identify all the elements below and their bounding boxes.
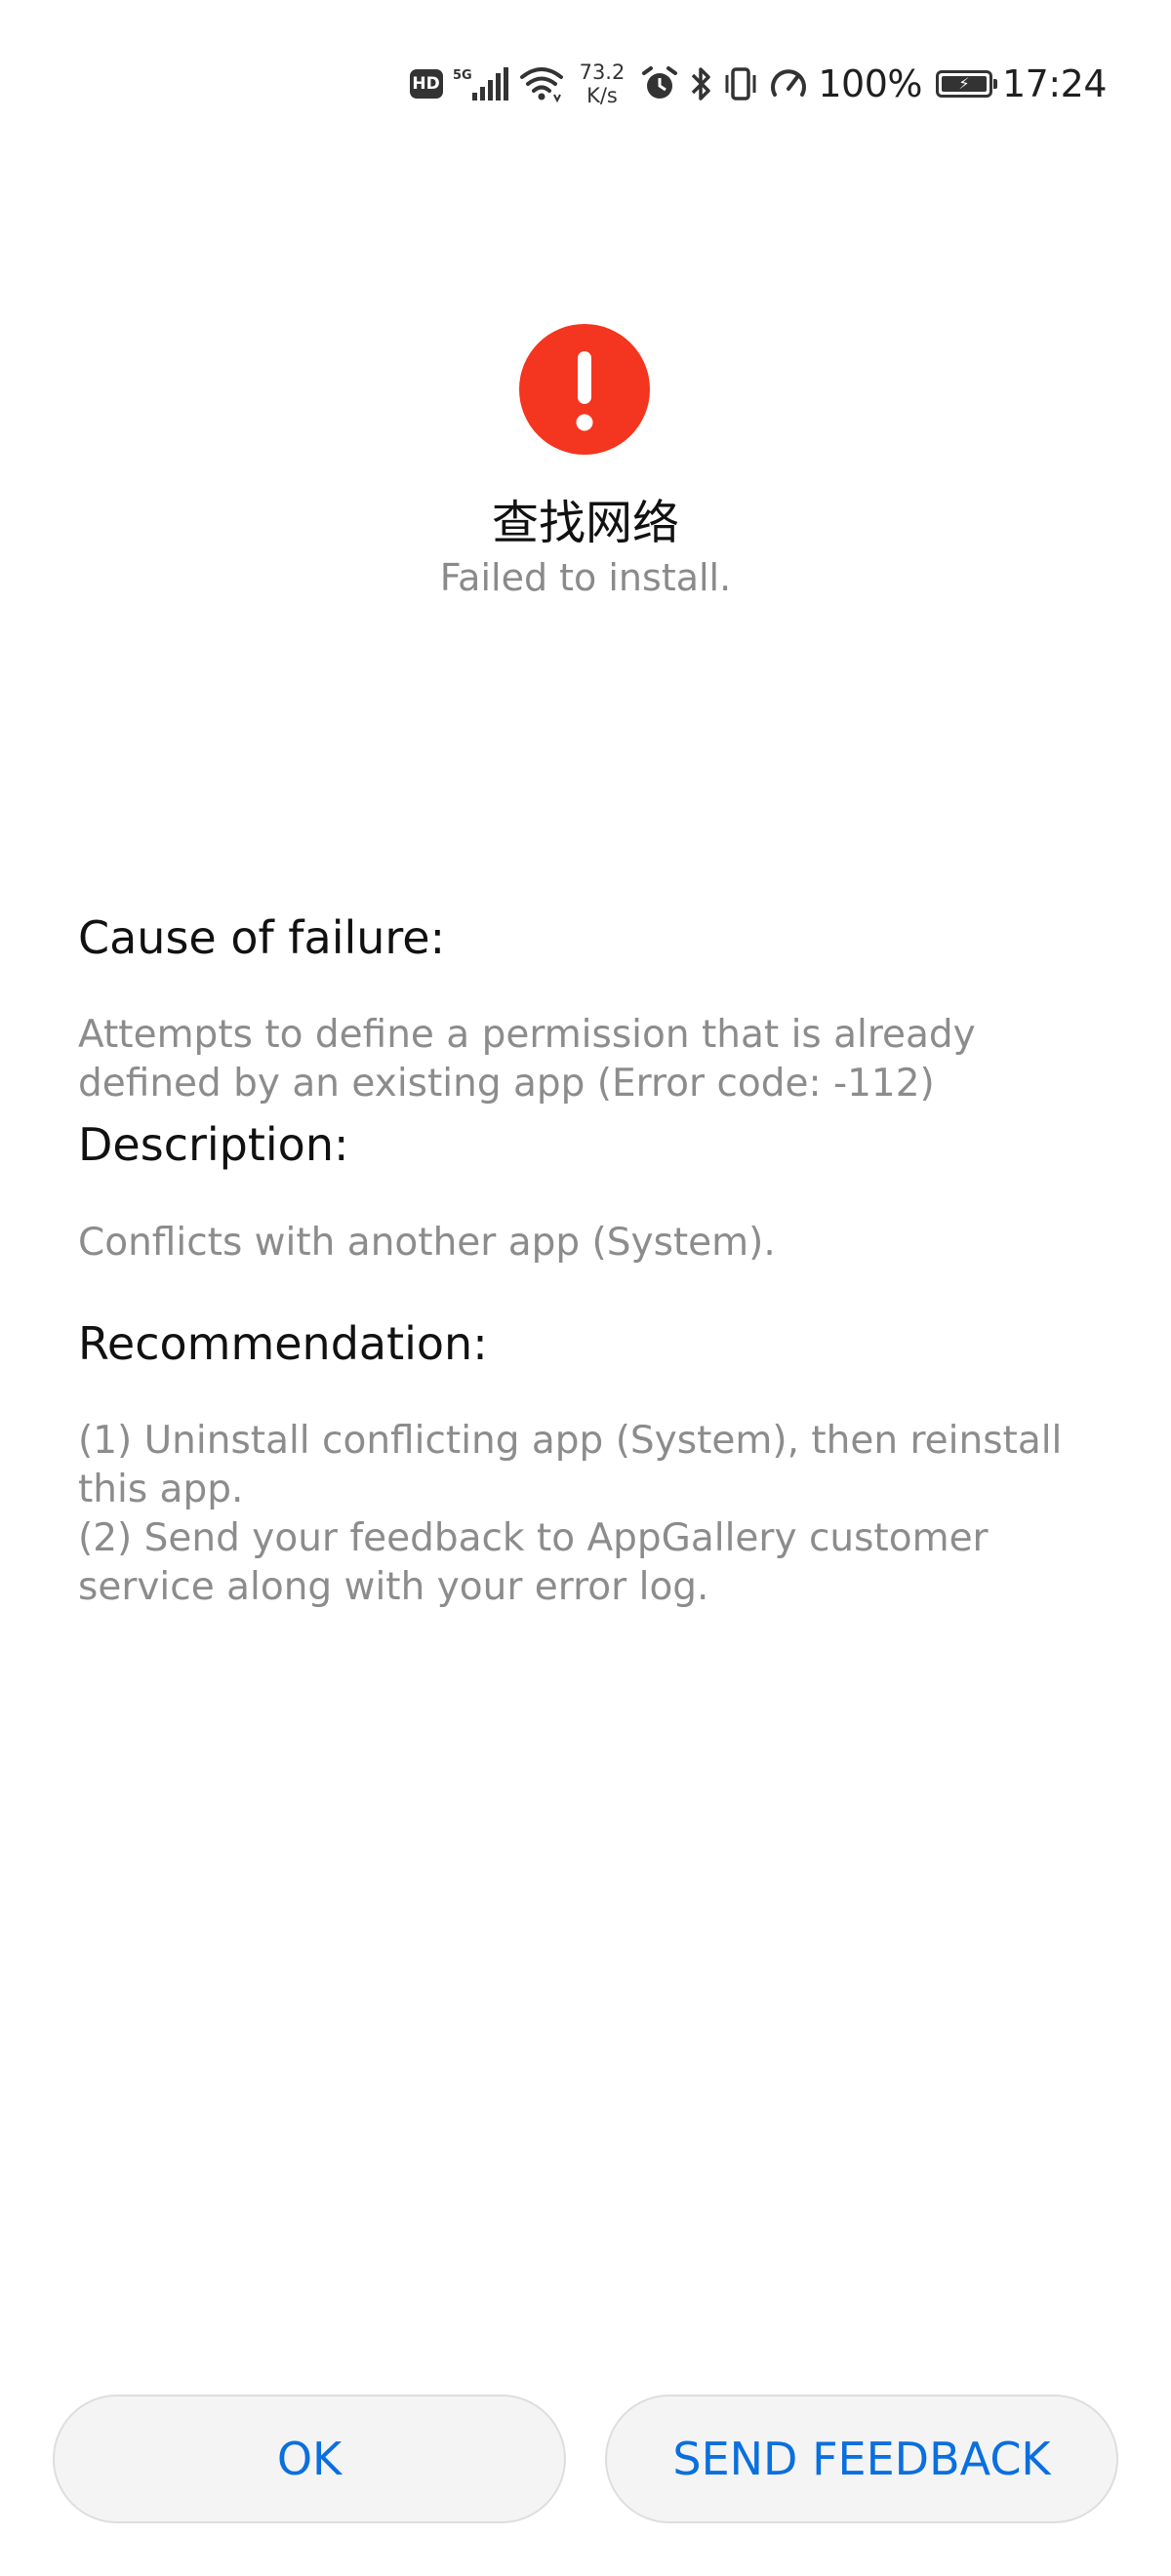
recommendation-item: (1) Uninstall conflicting app (System), … <box>78 1419 1063 1511</box>
cause-body: Attempts to define a permission that is … <box>78 1011 1093 1108</box>
bluetooth-icon <box>689 65 712 102</box>
cause-heading: Cause of failure: <box>78 911 446 964</box>
send-feedback-button[interactable]: SEND FEEDBACK <box>605 2395 1118 2523</box>
battery-percent: 100% <box>818 62 922 105</box>
net-speed-unit: K/s <box>586 84 618 107</box>
install-status-text: Failed to install. <box>439 556 732 599</box>
app-name: 查找网络 <box>491 496 679 550</box>
description-text: Conflicts with another app (System). <box>78 1221 776 1265</box>
error-exclamation-icon <box>519 324 650 455</box>
speedometer-icon <box>769 65 808 102</box>
recommendation-item: (2) Send your feedback to AppGallery cus… <box>78 1516 989 1609</box>
battery-charging-icon: ⚡ <box>935 70 997 98</box>
hd-icon: HD <box>409 69 443 99</box>
recommendation-heading: Recommendation: <box>78 1317 488 1370</box>
status-time: 17:24 <box>1001 62 1108 105</box>
vibrate-icon <box>722 65 759 102</box>
recommendation-body: (1) Uninstall conflicting app (System), … <box>78 1417 1093 1612</box>
net-speed-value: 73.2 <box>579 60 626 84</box>
status-bar: HD 5G 73.2 K/s 100% ⚡ 17:24 <box>409 55 1108 113</box>
net-speed: 73.2 K/s <box>580 60 626 107</box>
5g-signal-icon: 5G <box>453 65 509 102</box>
bolt-icon: ⚡ <box>958 74 970 93</box>
cause-text: Attempts to define a permission that is … <box>78 1013 976 1106</box>
alarm-icon <box>640 65 679 102</box>
wifi-icon <box>519 65 564 102</box>
network-type-label: 5G <box>453 68 472 83</box>
ok-button[interactable]: OK <box>53 2395 566 2523</box>
description-body: Conflicts with another app (System). <box>78 1219 1093 1268</box>
description-heading: Description: <box>78 1118 349 1171</box>
